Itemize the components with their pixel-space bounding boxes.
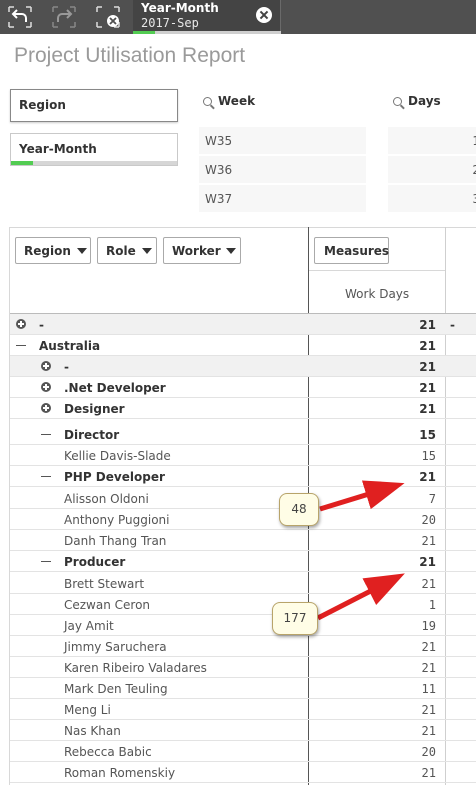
arrow-icon [319, 480, 405, 512]
annotation-callout: 48 [279, 493, 319, 526]
app-window: { "toolbar": { "icons": ["step-back-icon… [0, 0, 476, 785]
arrow-icon [316, 573, 405, 621]
annotation-callout: 177 [272, 602, 318, 635]
annotation-arrows [316, 480, 405, 621]
